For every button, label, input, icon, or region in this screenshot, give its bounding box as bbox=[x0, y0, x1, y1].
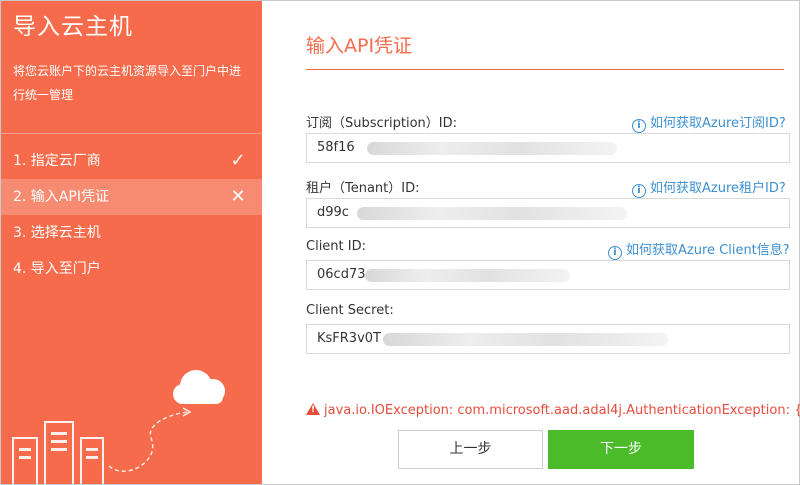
step-enter-api-credentials[interactable]: 2. 输入API凭证 ✕ bbox=[1, 179, 262, 215]
step-select-provider[interactable]: 1. 指定云厂商 ✓ bbox=[1, 143, 262, 179]
help-text: 如何获取Azure Client信息? bbox=[626, 243, 790, 258]
page-title: 输入API凭证 bbox=[306, 35, 413, 57]
redacted-blur bbox=[365, 269, 570, 282]
tenant-id-label: 租户（Tenant）ID: bbox=[306, 181, 420, 196]
client-secret-label: Client Secret: bbox=[306, 303, 394, 318]
info-icon: i bbox=[608, 246, 622, 260]
step-label: 4. 导入至门户 bbox=[13, 261, 101, 277]
warning-icon: ! bbox=[306, 403, 320, 415]
sidebar-divider bbox=[1, 133, 262, 134]
subscription-id-label: 订阅（Subscription）ID: bbox=[306, 116, 457, 131]
wizard-title: 导入云主机 bbox=[13, 14, 133, 40]
info-icon: i bbox=[632, 184, 646, 198]
step-label: 1. 指定云厂商 bbox=[13, 153, 101, 169]
client-id-help-link[interactable]: i 如何获取Azure Client信息? bbox=[608, 239, 790, 260]
title-underline bbox=[306, 69, 784, 70]
step-label: 2. 输入API凭证 bbox=[13, 189, 109, 205]
help-text: 如何获取Azure订阅ID? bbox=[650, 116, 786, 131]
redacted-blur bbox=[367, 142, 617, 155]
info-icon: i bbox=[632, 119, 646, 133]
wizard-description: 将您云账户下的云主机资源导入至门户中进行统一管理 bbox=[13, 64, 242, 102]
error-message: ! java.io.IOException: com.microsoft.aad.… bbox=[306, 403, 800, 418]
client-secret-input[interactable]: KsFR3v0T bbox=[306, 324, 790, 354]
next-step-button[interactable]: 下一步 bbox=[548, 430, 694, 469]
client-id-label: Client ID: bbox=[306, 239, 366, 254]
step-label: 3. 选择云主机 bbox=[13, 225, 101, 241]
help-text: 如何获取Azure租户ID? bbox=[650, 181, 786, 196]
input-value: 58f16 bbox=[317, 140, 355, 155]
previous-step-button[interactable]: 上一步 bbox=[398, 430, 543, 469]
input-value: KsFR3v0T bbox=[317, 331, 381, 346]
redacted-blur bbox=[383, 333, 668, 346]
server-icon bbox=[12, 421, 104, 484]
tenant-id-input[interactable]: d99c bbox=[306, 198, 790, 228]
step-select-hosts[interactable]: 3. 选择云主机 bbox=[1, 215, 262, 251]
wizard-steps: 1. 指定云厂商 ✓ 2. 输入API凭证 ✕ 3. 选择云主机 4. 导入至门… bbox=[1, 143, 262, 287]
subscription-id-help-link[interactable]: i 如何获取Azure订阅ID? bbox=[632, 112, 786, 133]
redacted-blur bbox=[357, 207, 627, 220]
cloud-icon bbox=[173, 370, 225, 404]
client-id-input[interactable]: 06cd73 bbox=[306, 260, 790, 290]
step-import-to-portal[interactable]: 4. 导入至门户 bbox=[1, 251, 262, 287]
credentials-form: 输入API凭证 订阅（Subscription）ID: i 如何获取Azure订阅… bbox=[262, 1, 800, 484]
tenant-id-help-link[interactable]: i 如何获取Azure租户ID? bbox=[632, 177, 786, 198]
input-value: d99c bbox=[317, 205, 349, 220]
close-icon: ✕ bbox=[230, 186, 246, 207]
check-icon: ✓ bbox=[230, 150, 246, 171]
cloud-servers-illustration bbox=[12, 370, 225, 484]
input-value: 06cd73 bbox=[317, 267, 366, 282]
error-text: java.io.IOException: com.microsoft.aad.a… bbox=[324, 403, 800, 418]
subscription-id-input[interactable]: 58f16 bbox=[306, 133, 790, 163]
wizard-sidebar: 导入云主机 将您云账户下的云主机资源导入至门户中进行统一管理 1. 指定云厂商 … bbox=[1, 1, 262, 484]
